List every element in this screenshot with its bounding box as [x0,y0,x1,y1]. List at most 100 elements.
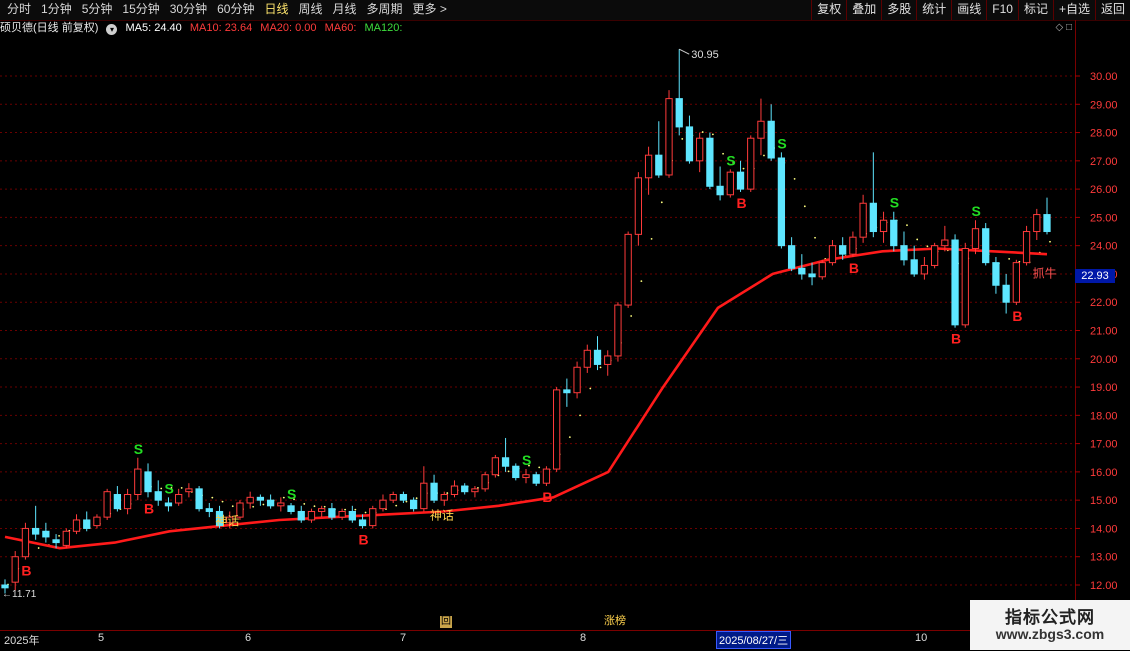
x-label-jun: 6 [245,632,252,644]
ma-dot [722,152,724,155]
candle-body [726,171,734,196]
candle-body [798,267,806,275]
ma-dot [507,470,510,473]
shenhua-signal: 神话 [215,514,239,528]
candle-body [501,457,510,467]
ma-dot [599,366,602,369]
candle-body [992,262,1000,286]
candle-body [481,474,489,490]
candle-body [1043,214,1051,233]
high-price-label: 30.95 [691,49,719,61]
candle-body [532,474,540,484]
ma-dot [446,492,449,494]
candle-body [195,488,203,510]
candle-body [185,488,193,493]
candle-body [175,494,183,504]
candle-body [563,389,571,394]
ma-dot [323,505,326,508]
candle-body [389,494,397,501]
candle-body [318,508,326,512]
ma-dot [906,224,908,227]
buy-signal: B [21,563,31,579]
ma-dot [1049,240,1051,243]
candlestick-chart[interactable]: 30.0029.0028.0027.0026.0025.0024.0023.00… [0,0,1130,650]
sell-signal: S [777,135,786,151]
ma-dot [282,496,285,499]
candle-body [634,177,643,235]
price-axis-label: 16.00 [1090,467,1118,479]
candle-body [287,505,295,512]
ma-dot [763,154,765,157]
candle-body [553,389,561,470]
sell-signal: S [971,203,980,219]
ma-dot [803,205,806,208]
candle-body [757,120,765,139]
ma-dot [711,133,714,136]
candle-body [246,496,254,504]
candle-body [716,185,724,196]
candle-body [491,457,499,476]
candle-body [256,496,265,501]
ma-dot [579,414,581,417]
x-label-may: 5 [98,632,105,644]
candle-body [910,259,918,275]
candle-body [42,530,50,538]
ma-dot [630,315,633,317]
candle-body [409,499,418,510]
ma-dot [395,504,398,507]
candle-body [961,247,969,326]
price-axis-label: 15.00 [1090,495,1118,507]
zhangbang-badge[interactable]: 涨榜 [604,615,626,628]
candle-body [941,239,949,247]
zhuaniu-signal: 抓牛 [1033,265,1057,280]
ma-dot [252,505,255,508]
price-axis-label: 22.00 [1090,297,1118,309]
candle-body [971,228,980,249]
watermark-logo: 指标公式网 www.zbgs3.com [970,600,1130,650]
candle-body [379,499,387,510]
price-axis-label: 21.00 [1090,326,1118,338]
price-axis-label: 19.00 [1090,382,1118,394]
candle-body [32,527,40,535]
candle-body [83,519,91,529]
candle-body [144,471,152,493]
candle-body [450,485,459,496]
candle-body [665,98,673,176]
candle-body [624,233,632,306]
candle-body [982,228,990,264]
candle-body [655,154,663,176]
candle-body [542,468,551,484]
shenhua-signal: 神话 [430,508,454,522]
price-axis-label: 25.00 [1090,212,1118,224]
ma-dot [354,508,357,511]
candle-body [675,98,683,128]
sell-signal: S [164,480,173,496]
candle-body [644,154,653,179]
low-price-label: ←11.71 [2,589,37,600]
candle-body [900,245,908,261]
candle-body [11,556,19,583]
ma-dot [405,500,408,503]
ma-dot [231,505,234,508]
candle-body [706,137,714,187]
watermark-url: www.zbgs3.com [995,626,1105,642]
ma-dot [211,496,214,499]
candle-body [920,264,929,275]
candle-body [93,516,101,527]
candle-body [696,137,704,162]
ma-dot [538,466,541,469]
hui-badge[interactable]: 回 [440,616,452,628]
candle-body [869,202,877,233]
candle-body [614,304,622,357]
sell-signal: S [726,152,735,168]
candle-body [471,488,479,493]
x-label-jul: 7 [400,632,407,644]
ma-dot [916,238,919,241]
candle-body [103,491,111,518]
ma-dot [814,236,816,239]
price-axis-label: 26.00 [1090,184,1118,196]
ma-dot [180,487,183,489]
date-cursor-label: 2025/08/27/三 [716,631,792,649]
price-axis-label: 18.00 [1090,410,1118,422]
price-axis-label: 20.00 [1090,354,1118,366]
